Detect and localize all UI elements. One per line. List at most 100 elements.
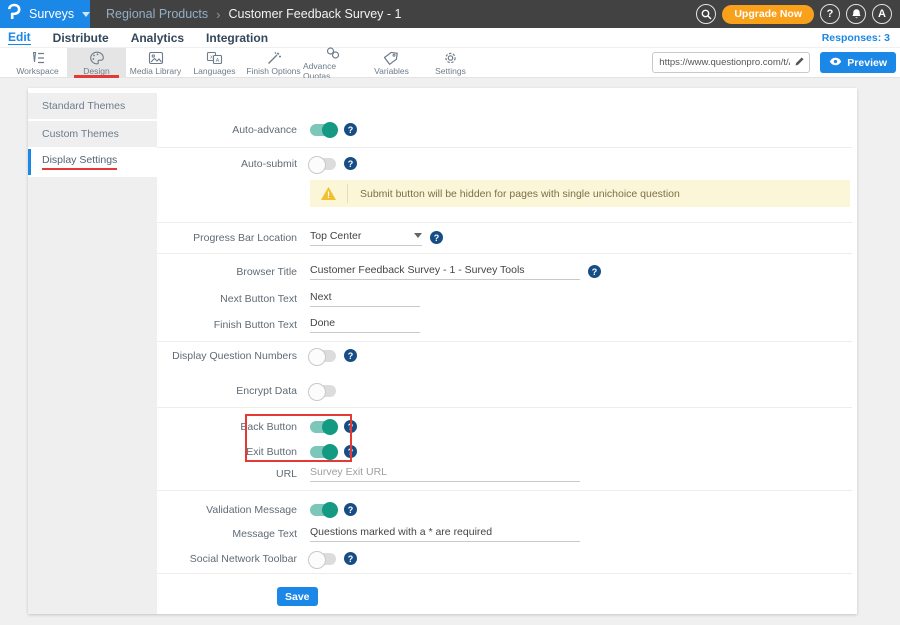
workspace-icon [30,50,46,65]
sidebar-filler [28,177,157,614]
field-label: URL [157,468,297,480]
field-label: Browser Title [157,266,297,278]
tab-label: Finish Options [246,66,300,76]
help-icon[interactable]: ? [344,157,357,170]
preview-button[interactable]: Preview [820,52,896,73]
help-button[interactable]: ? [820,4,840,24]
field-label: Finish Button Text [157,319,297,331]
design-sidebar: Standard Themes Custom Themes Display Se… [28,88,157,614]
validation-message-row: Validation Message ? [157,501,857,518]
nav-edit[interactable]: Edit [8,30,31,45]
tab-media-library[interactable]: Media Library [126,48,185,78]
tab-design[interactable]: Design [67,48,126,78]
display-settings-panel: Auto-advance ? Auto-submit ? [157,88,857,614]
progress-bar-location-row: Progress Bar Location Top Center ? [157,229,857,246]
tab-label: Settings [435,66,466,76]
product-name: Surveys [29,7,74,21]
survey-url-input[interactable] [659,57,790,68]
toolbar-tabs: Workspace Design Media Library xA Langua… [8,48,480,77]
help-icon[interactable]: ? [344,349,357,362]
chevron-down-icon [82,12,90,17]
encrypt-data-toggle[interactable] [310,385,336,397]
upgrade-now-button[interactable]: Upgrade Now [722,5,814,24]
breadcrumb: Regional Products › Customer Feedback Su… [106,7,402,22]
search-icon[interactable] [696,4,716,24]
help-icon[interactable]: ? [344,445,357,458]
help-icon[interactable]: ? [344,420,357,433]
tab-settings[interactable]: Settings [421,48,480,78]
field-label: Exit Button [157,446,297,458]
divider [157,573,852,574]
responses-count[interactable]: Responses: 3 [822,32,890,44]
breadcrumb-parent[interactable]: Regional Products [106,7,208,21]
tab-workspace[interactable]: Workspace [8,48,67,78]
help-icon[interactable]: ? [430,231,443,244]
warning-icon-wrap: ! [310,184,348,203]
links-icon [325,46,341,60]
help-icon[interactable]: ? [588,265,601,278]
nav-distribute[interactable]: Distribute [53,31,109,45]
help-icon[interactable]: ? [344,123,357,136]
toolbar-right: Preview [652,48,900,77]
field-label: Back Button [157,421,297,433]
sidebar-item-label: Standard Themes [42,100,125,112]
save-button[interactable]: Save [277,587,318,606]
sidebar-item-custom-themes[interactable]: Custom Themes [28,121,157,147]
divider [157,407,852,408]
field-label: Message Text [157,528,297,540]
edit-toolbar: Workspace Design Media Library xA Langua… [0,48,900,78]
tab-label: Languages [193,66,235,76]
field-label: Auto-submit [157,158,297,170]
tab-languages[interactable]: xA Languages [185,48,244,78]
display-question-numbers-row: Display Question Numbers ? [157,347,857,364]
field-label: Auto-advance [157,124,297,136]
image-icon [148,50,164,65]
tag-icon [384,50,399,65]
nav-integration[interactable]: Integration [206,31,268,45]
exit-button-toggle[interactable] [310,446,336,458]
social-network-toolbar-row: Social Network Toolbar ? [157,550,857,567]
nav-analytics[interactable]: Analytics [131,31,184,45]
questionpro-logo-icon [8,3,23,25]
field-label: Social Network Toolbar [157,553,297,565]
tab-finish-options[interactable]: Finish Options [244,48,303,78]
page-content: Standard Themes Custom Themes Display Se… [0,78,900,625]
survey-exit-url-input[interactable] [310,466,580,482]
svg-text:!: ! [327,190,330,200]
survey-url-box [652,52,810,73]
auto-submit-toggle[interactable] [310,158,336,170]
browser-title-input[interactable] [310,264,580,280]
product-switcher[interactable]: Surveys [0,0,90,28]
divider [157,490,852,491]
sidebar-item-standard-themes[interactable]: Standard Themes [28,93,157,119]
gear-icon [443,50,458,65]
svg-text:x: x [210,54,213,60]
pencil-icon[interactable] [794,54,805,72]
back-button-toggle[interactable] [310,421,336,433]
auto-advance-row: Auto-advance ? [157,121,857,138]
finish-button-text-input[interactable] [310,317,420,333]
finish-button-text-row: Finish Button Text [157,316,857,333]
auto-advance-toggle[interactable] [310,124,336,136]
social-network-toolbar-toggle[interactable] [310,553,336,565]
help-icon[interactable]: ? [344,552,357,565]
progress-bar-location-select[interactable]: Top Center [310,230,422,246]
palette-icon [89,50,105,65]
eye-icon [829,57,842,69]
back-button-row: Back Button ? [157,418,857,435]
tab-variables[interactable]: Variables [362,48,421,78]
exit-url-row: URL [157,465,857,482]
help-icon[interactable]: ? [344,503,357,516]
validation-message-toggle[interactable] [310,504,336,516]
sidebar-item-display-settings[interactable]: Display Settings [28,149,157,175]
avatar[interactable]: A [872,4,892,24]
divider [157,147,852,148]
next-button-text-input[interactable] [310,291,420,307]
field-label: Next Button Text [157,293,297,305]
bell-icon[interactable] [846,4,866,24]
message-text-input[interactable] [310,526,580,542]
tab-advance-quotas[interactable]: Advance Quotas [303,48,362,78]
display-question-numbers-toggle[interactable] [310,350,336,362]
field-label: Encrypt Data [157,385,297,397]
translate-icon: xA [206,50,223,65]
